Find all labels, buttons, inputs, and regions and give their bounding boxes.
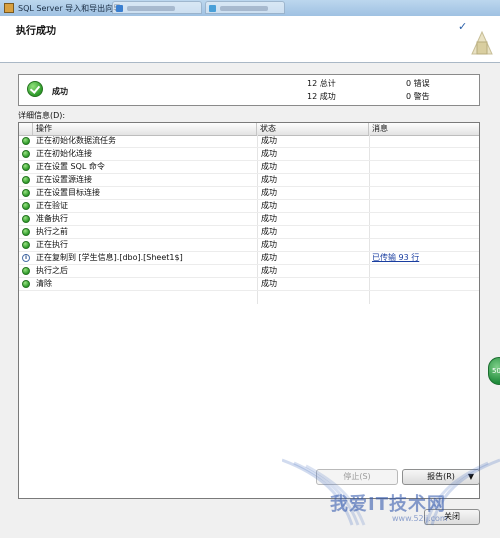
report-button[interactable]: 报告(R) ▼ bbox=[402, 469, 480, 485]
action-cell: 正在设置 SQL 命令 bbox=[36, 162, 105, 171]
table-row[interactable]: 正在验证 成功 bbox=[19, 200, 479, 213]
warning-count: 0 警告 bbox=[406, 92, 430, 101]
checkmark-icon: ✓ bbox=[458, 20, 468, 33]
success-icon bbox=[22, 241, 30, 249]
error-count: 0 错误 bbox=[406, 79, 430, 88]
table-row[interactable]: i 正在复制到 [学生信息].[dbo].[Sheet1$] 成功 已传输 93 行 bbox=[19, 252, 479, 265]
action-cell: 正在设置源连接 bbox=[36, 175, 92, 184]
message-link[interactable]: 已传输 93 行 bbox=[372, 252, 476, 264]
tab-icon bbox=[209, 5, 216, 12]
info-icon: i bbox=[22, 254, 30, 262]
status-cell: 成功 bbox=[261, 175, 277, 184]
grid-header-corner bbox=[19, 123, 33, 135]
total-count: 12 总计 bbox=[307, 79, 336, 88]
success-icon bbox=[22, 163, 30, 171]
column-header-action[interactable]: 操作 bbox=[33, 123, 257, 135]
success-icon bbox=[22, 189, 30, 197]
message-cell bbox=[372, 265, 476, 277]
status-cell: 成功 bbox=[261, 149, 277, 158]
message-cell bbox=[372, 278, 476, 290]
tab-icon bbox=[116, 5, 123, 12]
wizard-body: 成功 12 总计 12 成功 0 错误 0 警告 详细信息(D): 操作 状态 … bbox=[0, 63, 500, 538]
dropdown-arrow-icon: ▼ bbox=[467, 472, 474, 481]
window-title: SQL Server 导入和导出向导 bbox=[18, 4, 122, 13]
column-header-status[interactable]: 状态 bbox=[257, 123, 369, 135]
table-row[interactable]: 正在设置 SQL 命令 成功 bbox=[19, 161, 479, 174]
taskbar-tab[interactable] bbox=[112, 1, 202, 14]
table-row[interactable]: 正在设置源连接 成功 bbox=[19, 174, 479, 187]
watermark-url: www.52ij.com bbox=[392, 514, 448, 523]
message-cell bbox=[372, 174, 476, 186]
message-cell bbox=[372, 200, 476, 212]
success-count: 12 成功 bbox=[307, 92, 336, 101]
success-icon bbox=[22, 202, 30, 210]
action-cell: 正在复制到 [学生信息].[dbo].[Sheet1$] bbox=[36, 253, 183, 262]
details-grid[interactable]: 操作 状态 消息 正在初始化数据流任务 成功 正在初始化连接 成功 正在设置 SQL 命… bbox=[18, 122, 480, 499]
success-icon bbox=[27, 81, 43, 97]
message-cell bbox=[372, 226, 476, 238]
status-cell: 成功 bbox=[261, 253, 277, 262]
table-row[interactable]: 正在初始化数据流任务 成功 bbox=[19, 135, 479, 148]
status-cell: 成功 bbox=[261, 240, 277, 249]
watermark-text: 我爱IT技术网 bbox=[330, 494, 446, 515]
status-cell: 成功 bbox=[261, 162, 277, 171]
status-cell: 成功 bbox=[261, 201, 277, 210]
status-cell: 成功 bbox=[261, 136, 277, 145]
success-icon bbox=[22, 280, 30, 288]
wizard-header: 执行成功 ✓ bbox=[0, 16, 500, 63]
result-text: 成功 bbox=[52, 87, 68, 96]
action-cell: 正在初始化数据流任务 bbox=[36, 136, 116, 145]
message-cell bbox=[372, 148, 476, 160]
page-title: 执行成功 bbox=[16, 26, 56, 37]
details-label: 详细信息(D): bbox=[18, 111, 66, 120]
table-row[interactable]: 清除 成功 bbox=[19, 278, 479, 291]
stop-button[interactable]: 停止(S) bbox=[316, 469, 398, 485]
message-cell bbox=[372, 213, 476, 225]
message-cell bbox=[372, 161, 476, 173]
status-cell: 成功 bbox=[261, 188, 277, 197]
action-cell: 正在执行 bbox=[36, 240, 68, 249]
status-cell: 成功 bbox=[261, 214, 277, 223]
message-cell bbox=[372, 135, 476, 147]
column-header-message[interactable]: 消息 bbox=[369, 123, 479, 135]
message-cell bbox=[372, 239, 476, 251]
action-cell: 正在初始化连接 bbox=[36, 149, 92, 158]
table-row[interactable]: 正在设置目标连接 成功 bbox=[19, 187, 479, 200]
success-icon bbox=[22, 176, 30, 184]
action-cell: 清除 bbox=[36, 279, 52, 288]
table-row[interactable]: 正在初始化连接 成功 bbox=[19, 148, 479, 161]
action-cell: 正在设置目标连接 bbox=[36, 188, 100, 197]
action-cell: 执行之前 bbox=[36, 227, 68, 236]
side-float-badge[interactable]: 50 bbox=[488, 357, 500, 385]
action-cell: 正在验证 bbox=[36, 201, 68, 210]
action-cell: 执行之后 bbox=[36, 266, 68, 275]
status-cell: 成功 bbox=[261, 266, 277, 275]
success-icon bbox=[22, 215, 30, 223]
report-button-label: 报告(R) bbox=[427, 472, 455, 481]
table-row[interactable]: 执行之后 成功 bbox=[19, 265, 479, 278]
status-summary: 成功 12 总计 12 成功 0 错误 0 警告 bbox=[18, 74, 480, 106]
action-cell: 准备执行 bbox=[36, 214, 68, 223]
success-icon bbox=[22, 228, 30, 236]
message-cell bbox=[372, 187, 476, 199]
wizard-graphic-icon bbox=[471, 30, 493, 55]
success-icon bbox=[22, 150, 30, 158]
success-icon bbox=[22, 267, 30, 275]
status-cell: 成功 bbox=[261, 227, 277, 236]
table-row[interactable]: 准备执行 成功 bbox=[19, 213, 479, 226]
status-cell: 成功 bbox=[261, 279, 277, 288]
success-icon bbox=[22, 137, 30, 145]
app-icon bbox=[4, 3, 14, 13]
table-row[interactable]: 正在执行 成功 bbox=[19, 239, 479, 252]
window-titlebar[interactable]: SQL Server 导入和导出向导 bbox=[0, 0, 500, 17]
taskbar-tab[interactable] bbox=[205, 1, 285, 14]
table-row[interactable]: 执行之前 成功 bbox=[19, 226, 479, 239]
